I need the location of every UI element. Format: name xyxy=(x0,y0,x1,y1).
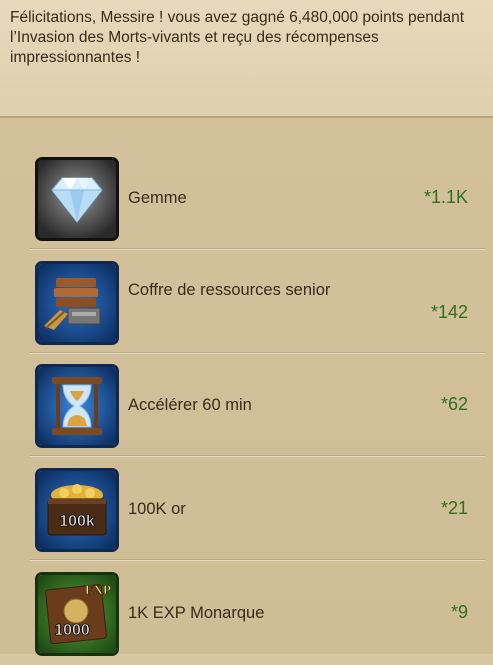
gold-amount-label: 100k xyxy=(59,513,95,530)
reward-row: Gemme *1.1K xyxy=(30,146,485,250)
reward-name: Coffre de ressources senior xyxy=(128,281,331,299)
exp-amount-label: 1000 xyxy=(54,622,90,639)
reward-list[interactable]: Gemme *1.1K Coffre de ressources senior … xyxy=(0,118,493,656)
reward-name: Accélérer 60 min xyxy=(128,396,252,414)
reward-row: Accélérer 60 min *62 xyxy=(30,353,485,457)
reward-count: *21 xyxy=(440,498,468,518)
reward-count: *142 xyxy=(430,302,468,322)
reward-row: EXP 1000 1K EXP Monarque *9 xyxy=(30,561,485,665)
exp-label: EXP xyxy=(85,582,111,597)
reward-count: *9 xyxy=(450,602,468,622)
gold-chest-icon: 100k xyxy=(35,468,119,552)
reward-name: 1K EXP Monarque xyxy=(128,604,265,622)
reward-message-panel: Félicitations, Messire ! vous avez gagné… xyxy=(0,0,493,118)
gem-icon xyxy=(35,157,119,241)
reward-row: Coffre de ressources senior *142 xyxy=(30,250,485,354)
reward-name: Gemme xyxy=(128,189,187,207)
reward-message: Félicitations, Messire ! vous avez gagné… xyxy=(10,9,465,66)
reward-row: 100k 100K or *21 xyxy=(30,457,485,561)
hourglass-icon xyxy=(35,364,119,448)
resource-chest-icon xyxy=(35,261,119,345)
reward-name: 100K or xyxy=(128,500,186,518)
reward-count: *1.1K xyxy=(423,187,468,207)
reward-count: *62 xyxy=(440,394,468,414)
exp-book-icon: EXP 1000 xyxy=(35,572,119,656)
